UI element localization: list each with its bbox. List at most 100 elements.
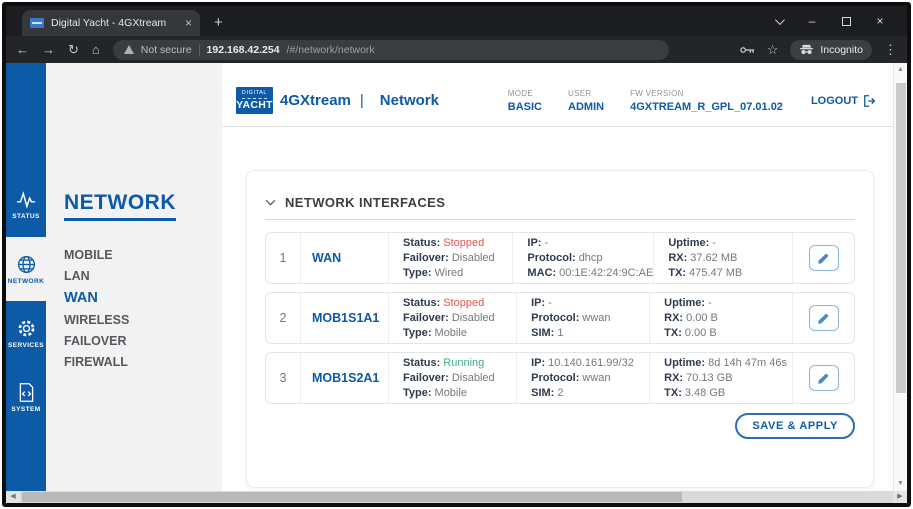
pencil-icon: [818, 252, 829, 264]
sidebar-item-firewall[interactable]: FIREWALL: [64, 355, 222, 369]
interface-rows: 1 WAN Status: Stopped Failover: Disabled T…: [265, 232, 855, 404]
interface-number: 3: [279, 371, 287, 385]
not-secure-warning-icon: [123, 45, 134, 54]
status-field: Status: Running: [403, 357, 485, 369]
rail-item-services[interactable]: SERVICES: [6, 301, 46, 365]
window-controls: – ×: [761, 6, 897, 36]
edit-interface-button[interactable]: [808, 365, 839, 391]
scroll-right-arrow-icon[interactable]: ▶: [893, 491, 907, 503]
maximize-button[interactable]: [829, 6, 863, 36]
horizontal-scroll-thumb[interactable]: [22, 492, 682, 502]
edit-interface-button[interactable]: [808, 305, 839, 331]
status-value: Stopped: [443, 237, 485, 249]
uptime-field: Uptime: -: [668, 237, 716, 249]
failover-field: Failover: Disabled: [403, 312, 495, 324]
save-apply-button[interactable]: SAVE & APPLY: [735, 413, 855, 439]
security-label[interactable]: Not secure: [141, 44, 192, 56]
interface-address-column: IP: 10.140.161.99/32 Protocol: wwan SIM: 2: [516, 353, 649, 403]
scroll-left-arrow-icon[interactable]: ◀: [6, 491, 20, 503]
logout-button[interactable]: LOGOUT: [811, 94, 877, 108]
type-field: Type: Mobile: [403, 387, 467, 399]
sim-field: SIM: 1: [531, 327, 564, 339]
sidebar-item-wireless[interactable]: WIRELESS: [64, 313, 222, 327]
protocol-field: Protocol: wwan: [531, 372, 611, 384]
sidebar-item-failover[interactable]: FAILOVER: [64, 334, 222, 348]
section-header[interactable]: NETWORK INTERFACES: [265, 195, 855, 220]
app-header: DIGITAL YACHT 4GXtream | Network MODE BA…: [222, 63, 893, 127]
rail-item-system[interactable]: SYSTEM: [6, 365, 46, 429]
interface-number: 1: [279, 251, 287, 265]
nav-rail: STATUS NETWORK SERVICES SYSTEM: [6, 63, 46, 491]
network-interfaces-card: NETWORK INTERFACES 1 WAN Status: Stopped …: [246, 170, 874, 488]
title-separator: |: [359, 92, 364, 109]
interface-row-mob1s1a1: 2 MOB1S1A1 Status: Stopped Failover: Disab…: [265, 292, 855, 344]
ip-field: IP: 10.140.161.99/32: [531, 357, 634, 369]
sidebar-item-wan[interactable]: WAN: [64, 290, 222, 306]
product-name: 4GXtream: [280, 92, 351, 109]
horizontal-scrollbar[interactable]: ◀ ▶: [6, 491, 907, 503]
interface-address-column: IP: - Protocol: wwan SIM: 1: [516, 293, 649, 343]
rx-field: RX: 0.00 B: [664, 312, 718, 324]
fw-version-label: FW VERSION: [630, 88, 684, 98]
reload-icon[interactable]: ↻: [68, 43, 79, 56]
status-field: Status: Stopped: [403, 237, 485, 249]
interface-name: WAN: [300, 233, 388, 283]
protocol-field: Protocol: dhcp: [527, 252, 603, 264]
user-value: ADMIN: [568, 100, 605, 113]
password-key-icon[interactable]: [740, 45, 755, 55]
scroll-up-arrow-icon[interactable]: ▲: [894, 63, 907, 77]
user-block: USER ADMIN: [568, 89, 604, 113]
browser-tab[interactable]: Digital Yacht - 4GXtream ×: [22, 10, 200, 36]
incognito-label: Incognito: [820, 43, 863, 56]
forward-icon[interactable]: →: [42, 43, 55, 56]
close-button[interactable]: ×: [863, 6, 897, 36]
mode-value: BASIC: [507, 100, 543, 113]
gear-icon: [18, 320, 34, 336]
tab-close-icon[interactable]: ×: [185, 17, 192, 29]
chevron-down-icon: [265, 199, 276, 206]
sidebar-item-lan[interactable]: LAN: [64, 269, 222, 283]
interface-status-column: Status: Running Failover: Disabled Type: Mo…: [388, 353, 516, 403]
scroll-down-arrow-icon[interactable]: ▼: [894, 477, 907, 491]
browser-menu-icon[interactable]: ⋮: [884, 43, 897, 56]
edit-cell: [792, 293, 854, 343]
url-bar[interactable]: Not secure 192.168.42.254 /#/network/netw…: [112, 39, 669, 60]
browser-window: Digital Yacht - 4GXtream × + – × ← → ↻ ⌂…: [2, 2, 911, 507]
main-content: DIGITAL YACHT 4GXtream | Network MODE BA…: [222, 63, 893, 491]
sidebar-item-mobile[interactable]: MOBILE: [64, 248, 222, 262]
vertical-scroll-thumb[interactable]: [896, 83, 906, 393]
interface-status-column: Status: Stopped Failover: Disabled Type: Mo…: [388, 293, 516, 343]
edit-interface-button[interactable]: [808, 245, 839, 271]
tx-field: TX: 3.48 GB: [664, 387, 726, 399]
new-tab-button[interactable]: +: [214, 14, 223, 31]
network-sidebar: NETWORK MOBILE LAN WAN WIRELESS FAILOVER…: [46, 63, 222, 491]
browser-toolbar: ← → ↻ ⌂ Not secure 192.168.42.254 /#/netw…: [6, 36, 907, 63]
minimize-button[interactable]: –: [795, 6, 829, 36]
url-path: /#/network/network: [286, 43, 375, 56]
logout-label: LOGOUT: [810, 94, 858, 107]
page-body: STATUS NETWORK SERVICES SYSTEM NETWORK M…: [6, 63, 907, 491]
interface-traffic-column: Uptime: - RX: 37.62 MB TX: 475.47 MB: [653, 233, 792, 283]
status-value: Running: [443, 357, 485, 369]
sidebar-title: NETWORK: [64, 191, 176, 221]
bookmark-star-icon[interactable]: ☆: [767, 43, 779, 56]
omnibox-divider: [198, 43, 200, 56]
pencil-icon: [818, 312, 829, 324]
rail-item-network[interactable]: NETWORK: [6, 237, 46, 301]
interface-name: MOB1S1A1: [300, 293, 388, 343]
edit-cell: [792, 233, 854, 283]
mode-block: MODE BASIC: [508, 89, 542, 113]
pulse-icon: [16, 191, 36, 209]
home-icon[interactable]: ⌂: [92, 43, 100, 56]
section-title: NETWORK INTERFACES: [285, 195, 446, 210]
protocol-field: Protocol: wwan: [531, 312, 611, 324]
vertical-scrollbar[interactable]: ▲ ▼: [893, 63, 907, 491]
edit-cell: [792, 353, 854, 403]
logo-text-top: DIGITAL: [241, 90, 268, 99]
profile-chevron-icon[interactable]: [761, 6, 795, 36]
rail-item-status[interactable]: STATUS: [6, 173, 46, 237]
ip-field: IP: -: [531, 297, 552, 309]
sidebar-menu: MOBILE LAN WAN WIRELESS FAILOVER FIREWAL…: [64, 248, 222, 369]
browser-titlebar: Digital Yacht - 4GXtream × + – ×: [6, 6, 907, 36]
back-icon[interactable]: ←: [16, 43, 29, 56]
